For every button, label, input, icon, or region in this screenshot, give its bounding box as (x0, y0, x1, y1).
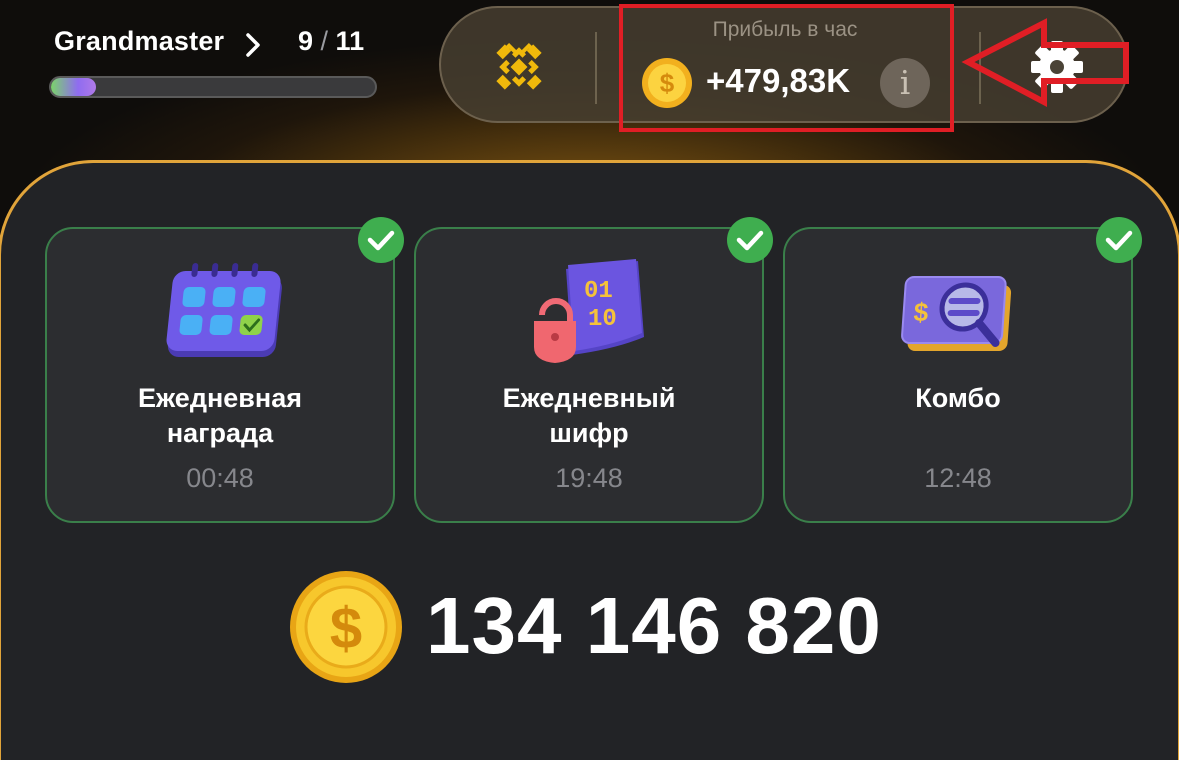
daily-cipher-card[interactable]: 01 10 Ежедневный шифр 19:48 (414, 227, 764, 523)
rank-name[interactable]: Grandmaster (54, 26, 224, 57)
chevron-right-icon[interactable] (244, 30, 262, 60)
svg-text:10: 10 (588, 306, 617, 333)
card-title: Ежедневный шифр (502, 383, 676, 448)
coin-balance: 134 146 820 (426, 581, 882, 670)
card-title: Комбо (915, 383, 1001, 413)
card-title: Ежедневная награда (138, 383, 302, 448)
svg-text:01: 01 (584, 278, 613, 305)
coin-icon: $ (290, 571, 402, 683)
binance-logo-icon[interactable] (478, 26, 560, 108)
card-timer: 00:48 (186, 463, 254, 493)
combo-card[interactable]: $ Комбо 12:48 (783, 227, 1133, 523)
daily-reward-card[interactable]: Ежедневная награда 00:48 (45, 227, 395, 523)
rank-level-count: 9 / 11 (298, 26, 364, 57)
annotation-arrow-icon (961, 18, 1129, 107)
check-icon (727, 217, 773, 263)
check-icon (358, 217, 404, 263)
card-timer: 12:48 (924, 463, 992, 493)
calendar-icon (166, 263, 282, 357)
svg-text:$: $ (330, 596, 362, 661)
check-icon (1096, 217, 1142, 263)
rank-progress-bar (49, 76, 377, 98)
card-timer: 19:48 (555, 463, 623, 493)
rank-total: 11 (335, 26, 365, 56)
cipher-lock-icon: 0110 (534, 259, 644, 363)
rank-progress-fill (51, 78, 97, 96)
rank-current: 9 (298, 26, 314, 56)
highlight-box (619, 4, 954, 132)
svg-text:$: $ (913, 297, 930, 327)
rank-separator: / (313, 26, 336, 56)
pill-divider (595, 32, 597, 104)
combo-magnifier-card-icon: $ (901, 276, 1012, 351)
